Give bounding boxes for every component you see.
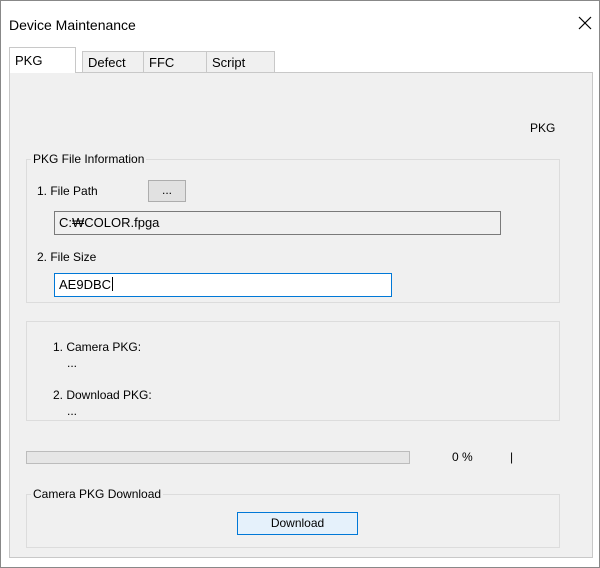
file-size-value: AE9DBC: [59, 277, 112, 292]
camera-pkg-label: 1. Camera PKG:: [53, 340, 142, 354]
camera-pkg-download-group: Camera PKG Download Download: [26, 487, 560, 548]
tab-ffc[interactable]: FFC: [143, 51, 207, 72]
camera-pkg-download-group-label: Camera PKG Download: [31, 487, 164, 501]
progress-percent-text: 0 %: [452, 450, 473, 464]
download-pkg-label: 2. Download PKG:: [53, 388, 152, 402]
tab-script[interactable]: Script: [206, 51, 275, 72]
tab-strip: PKG Defect FFC Script: [9, 47, 593, 73]
browse-button[interactable]: ...: [148, 180, 186, 202]
file-size-field[interactable]: AE9DBC: [54, 273, 392, 297]
close-icon[interactable]: [575, 13, 595, 33]
download-button[interactable]: Download: [237, 512, 358, 535]
pkg-version-group: 1. Camera PKG: ... 2. Download PKG: ...: [26, 321, 560, 421]
tab-panel-pkg: PKG PKG File Information 1. File Path ..…: [9, 72, 593, 558]
file-path-field[interactable]: C:₩COLOR.fpga: [54, 211, 501, 235]
download-pkg-value: ...: [67, 404, 78, 418]
pkg-file-info-group: PKG File Information 1. File Path ... C:…: [26, 152, 560, 303]
progress-separator: |: [510, 450, 514, 464]
tab-pkg[interactable]: PKG: [9, 47, 76, 73]
text-caret: [112, 277, 114, 291]
tab-defect[interactable]: Defect: [82, 51, 144, 72]
window-title: Device Maintenance: [9, 17, 136, 33]
title-bar: Device Maintenance: [1, 1, 599, 47]
download-progress-bar: [26, 451, 410, 464]
file-size-label: 2. File Size: [37, 250, 97, 264]
pkg-file-info-group-label: PKG File Information: [31, 152, 147, 166]
device-maintenance-window: Device Maintenance PKG Defect FFC Script…: [0, 0, 600, 568]
panel-heading: PKG: [530, 121, 556, 135]
file-path-label: 1. File Path: [37, 184, 98, 198]
camera-pkg-value: ...: [67, 356, 78, 370]
